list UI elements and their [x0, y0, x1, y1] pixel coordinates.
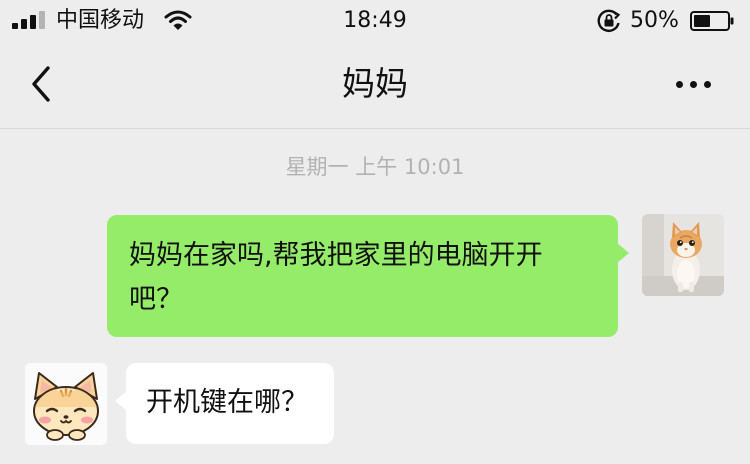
rotation-lock-icon: [597, 9, 621, 32]
page-title: 妈妈: [342, 64, 408, 103]
received-message-text: 开机键在哪？: [146, 387, 308, 418]
kitten-photo-icon: [642, 214, 724, 296]
my-avatar[interactable]: [642, 214, 724, 296]
more-button[interactable]: [668, 68, 718, 98]
more-dots-icon: [676, 81, 683, 88]
status-bar: 中国移动 18:49 50%: [0, 0, 750, 42]
cartoon-cat-icon: [25, 363, 107, 445]
sent-message-text: 妈妈在家吗,帮我把家里的电脑开开吧？: [129, 240, 543, 315]
received-message-bubble[interactable]: 开机键在哪？: [115, 363, 334, 444]
nav-bar: 妈妈: [0, 42, 750, 129]
battery-icon: [690, 11, 734, 31]
mom-avatar[interactable]: [25, 363, 107, 445]
sent-message-bubble[interactable]: 妈妈在家吗,帮我把家里的电脑开开吧？: [107, 215, 629, 337]
battery-percent: 50%: [630, 8, 679, 33]
message-timestamp: 星期一 上午 10:01: [285, 155, 465, 179]
